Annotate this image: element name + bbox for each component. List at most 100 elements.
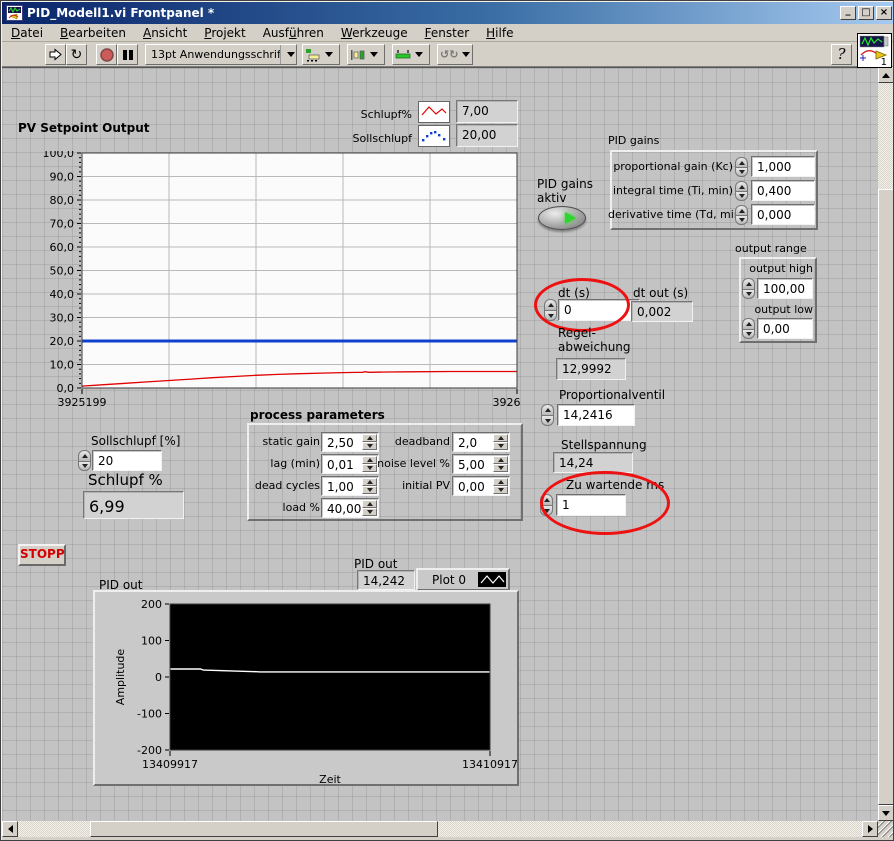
scroll-left-button[interactable] [2,821,18,837]
menu-item-werkzeuge[interactable]: Werkzeuge [336,25,413,41]
load-field[interactable]: 40,00 [321,498,379,518]
sollschlupf-label: Sollschlupf [%] [91,434,180,448]
resize-objects-button[interactable] [392,44,430,65]
maximize-button[interactable]: □ [858,6,874,20]
kc-field[interactable]: 1,000 [751,156,815,177]
noise-level-value: 5,00 [458,458,485,472]
window-title: PID_Modell1.vi Frontpanel * [27,6,838,20]
sollschlupf-plot-glyph [419,126,449,146]
menu-item-projekt[interactable]: Projekt [199,25,250,41]
pid-gains-aktiv-button[interactable] [538,206,586,230]
svg-text:20,0: 20,0 [50,335,75,348]
run-button[interactable] [45,44,66,65]
ti-field[interactable]: 0,400 [751,180,815,201]
abort-icon [100,48,114,62]
align-objects-button[interactable] [302,44,340,65]
title-bar: PID_Modell1.vi Frontpanel * _ □ × [2,2,894,24]
svg-text:90,0: 90,0 [50,171,75,184]
td-spinner[interactable] [735,205,748,225]
svg-text:10,0: 10,0 [50,359,75,372]
scroll-down-button[interactable] [878,805,894,821]
arrow-left-icon [8,825,13,833]
dt-annotation-ellipse [534,278,630,332]
plot-legend[interactable]: Plot 0 [416,568,510,591]
vi-icon[interactable]: 1 [857,33,892,68]
font-selector[interactable]: 13pt Anwendungsschriftart [145,44,297,65]
minimize-button[interactable]: _ [840,6,856,20]
initial-pv-field[interactable]: 0,00 [452,476,510,496]
kc-spinner[interactable] [735,157,748,177]
svg-text:200: 200 [141,598,162,611]
deadband-spinner[interactable] [493,434,508,450]
svg-text:30,0: 30,0 [50,312,75,325]
help-icon: ? [837,45,845,63]
output-high-spinner[interactable] [742,278,755,299]
run-arrow-icon [48,47,63,62]
menu-item-ausfuhren[interactable]: Ausführen [258,25,329,41]
menu-item-ansicht[interactable]: Ansicht [138,25,192,41]
font-selector-value: 13pt Anwendungsschriftart [146,48,280,61]
scroll-up-button[interactable] [878,67,894,83]
output-low-field[interactable]: 0,00 [757,318,813,339]
proportionalventil-label: Proportionalventil [559,388,665,402]
menu-item-hilfe[interactable]: Hilfe [481,25,518,41]
pv-chart-title: PV Setpoint Output [18,121,150,135]
abort-button[interactable] [96,44,117,65]
horizontal-scrollbar-thumb[interactable] [90,821,438,837]
menu-item-datei[interactable]: Datei [6,25,48,41]
pid-out-field: 14,242 [357,570,415,590]
sollschlupf-field[interactable]: 20 [92,450,162,471]
svg-text:-100: -100 [137,708,162,721]
td-label: derivative time (Td, min) [608,208,733,221]
output-high-label: output high [743,262,813,275]
run-continuous-button[interactable]: ↻ [66,44,87,65]
deadband-label: deadband [354,435,450,448]
window-bottom-edge [2,837,894,841]
ti-spinner[interactable] [735,181,748,201]
plot0-label: Plot 0 [432,573,466,587]
continuous-run-icon: ↻ [71,48,83,62]
distribute-objects-button[interactable] [347,44,385,65]
pause-button[interactable] [117,44,138,65]
align-objects-icon [305,48,321,62]
toolbar: ↻ 13pt Anwendungsschriftart [2,42,894,67]
noise-level-field[interactable]: 5,00 [452,454,510,474]
stellspannung-field: 14,24 [553,452,633,473]
reorder-button[interactable]: ↺↻ [437,44,473,65]
context-help-button[interactable]: ? [831,44,852,65]
arrow-up-icon [882,73,890,78]
chevron-down-icon [280,45,296,64]
resize-objects-icon [395,48,411,62]
stopp-button[interactable]: STOPP [18,544,66,566]
arrow-right-icon [868,825,873,833]
sollschlupf-plot-icon[interactable] [418,125,450,147]
noise-level-label: noise level % [354,457,450,470]
deadband-field[interactable]: 2,0 [452,432,510,452]
output-high-field[interactable]: 100,00 [757,278,813,299]
schlupf-label: Schlupf % [88,471,163,489]
svg-text:0: 0 [155,671,162,684]
svg-text:3925199: 3925199 [58,396,107,409]
proportionalventil-spinner[interactable] [541,404,554,426]
pid-gains-title: PID gains [608,134,659,147]
plot0-plot-icon [478,572,506,587]
noise-level-spinner[interactable] [493,456,508,472]
sollschlupf-spinner[interactable] [78,450,91,471]
svg-text:13410917: 13410917 [462,758,517,771]
vertical-scrollbar-thumb[interactable] [878,189,894,805]
stellspannung-label: Stellspannung [561,438,647,452]
static-gain-label: static gain [246,435,320,448]
menu-item-bearbeiten[interactable]: Bearbeiten [55,25,131,41]
proportionalventil-field[interactable]: 14,2416 [557,404,635,426]
schlupf-plot-icon[interactable] [418,101,450,123]
scroll-right-button[interactable] [862,821,878,837]
td-field[interactable]: 0,000 [751,204,815,225]
close-button[interactable]: × [876,6,892,20]
resize-grip[interactable] [878,821,894,837]
svg-text:Amplitude: Amplitude [114,649,127,706]
initial-pv-spinner[interactable] [493,478,508,494]
output-low-spinner[interactable] [742,318,755,339]
load-spinner[interactable] [362,500,377,516]
menu-item-fenster[interactable]: Fenster [420,25,475,41]
svg-text:13409917: 13409917 [142,758,198,771]
